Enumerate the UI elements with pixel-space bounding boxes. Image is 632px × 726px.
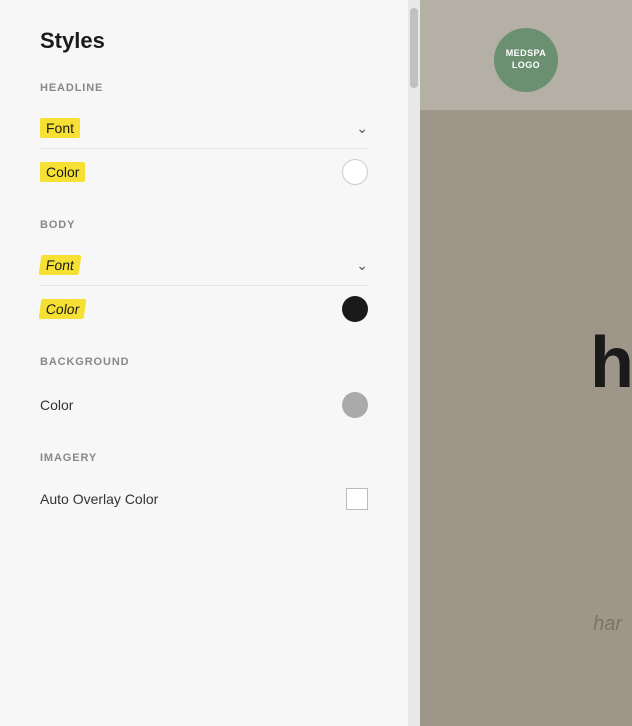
har-text: har: [593, 613, 622, 636]
auto-overlay-row: Auto Overlay Color: [40, 478, 368, 520]
headline-font-label[interactable]: Font: [40, 118, 80, 138]
background-color-swatch[interactable]: [342, 392, 368, 418]
imagery-section-label: IMAGERY: [40, 452, 368, 464]
auto-overlay-checkbox[interactable]: [346, 488, 368, 510]
bold-letter: h: [590, 323, 632, 403]
body-font-row: Font ⌄: [40, 245, 368, 286]
body-font-label[interactable]: Font: [39, 255, 82, 275]
logo-circle: MEDSPA LOGO: [494, 28, 558, 92]
auto-overlay-label: Auto Overlay Color: [40, 491, 158, 507]
body-color-label[interactable]: Color: [39, 299, 87, 319]
scrollbar[interactable]: [408, 0, 420, 726]
logo-text: MEDSPA LOGO: [506, 48, 547, 71]
body-section: BODY Font ⌄ Color: [40, 219, 368, 332]
bold-letter-display: h: [590, 327, 632, 399]
background-section-label: BACKGROUND: [40, 356, 368, 368]
body-section-label: BODY: [40, 219, 368, 231]
headline-font-row: Font ⌄: [40, 108, 368, 149]
styles-panel: Styles HEADLINE Font ⌄ Color BODY Font ⌄: [0, 0, 420, 726]
imagery-section: IMAGERY Auto Overlay Color: [40, 452, 368, 520]
background-color-label: Color: [40, 397, 73, 413]
headline-color-row: Color: [40, 149, 368, 195]
preview-panel: MEDSPA LOGO har h: [420, 0, 632, 726]
body-color-row: Color: [40, 286, 368, 332]
headline-color-swatch[interactable]: [342, 159, 368, 185]
body-color-swatch[interactable]: [342, 296, 368, 322]
headline-font-chevron-icon[interactable]: ⌄: [356, 120, 368, 137]
scrollbar-thumb[interactable]: [410, 8, 418, 88]
body-font-chevron-icon[interactable]: ⌄: [356, 257, 368, 274]
panel-title: Styles: [40, 28, 368, 54]
headline-color-label[interactable]: Color: [40, 162, 85, 182]
headline-section: HEADLINE Font ⌄ Color: [40, 82, 368, 195]
headline-section-label: HEADLINE: [40, 82, 368, 94]
background-section: BACKGROUND Color: [40, 356, 368, 428]
background-color-row: Color: [40, 382, 368, 428]
